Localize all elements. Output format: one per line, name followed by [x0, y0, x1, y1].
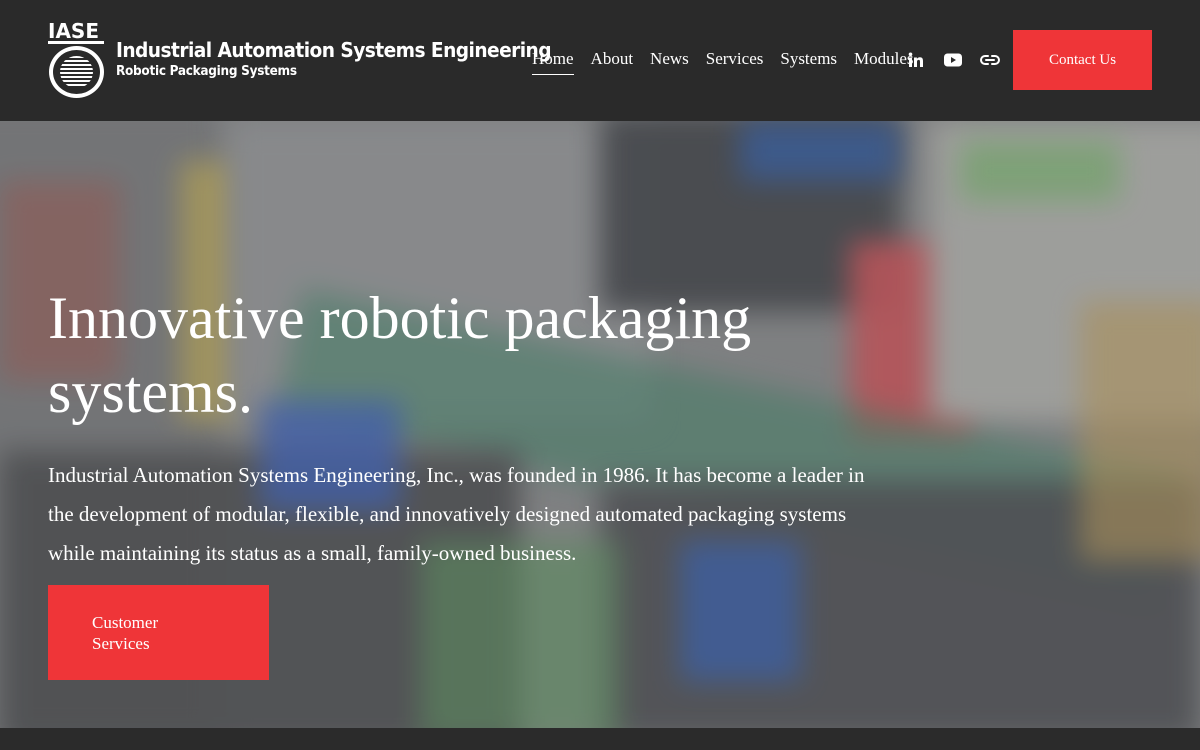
site-logo[interactable]: IASE Industrial Automation Systems Engin…	[48, 20, 552, 100]
logo-circle-icon	[49, 46, 104, 98]
nav-systems[interactable]: Systems	[780, 48, 837, 75]
site-header: IASE Industrial Automation Systems Engin…	[0, 0, 1200, 121]
social-links	[906, 48, 1000, 72]
logo-subtitle: Robotic Packaging Systems	[116, 64, 297, 79]
nav-modules[interactable]: Modules	[854, 48, 914, 75]
hero-title: Innovative robotic packaging systems.	[48, 285, 752, 425]
hero-description: Industrial Automation Systems Engineerin…	[48, 463, 865, 565]
youtube-icon[interactable]	[943, 50, 963, 70]
page-bottom-band	[0, 728, 1200, 750]
nav-news[interactable]: News	[650, 48, 689, 75]
customer-services-button[interactable]: Customer Services	[48, 585, 269, 680]
logo-title: Industrial Automation Systems Engineerin…	[116, 38, 552, 62]
nav-home[interactable]: Home	[532, 48, 574, 75]
contact-us-button[interactable]: Contact Us	[1013, 30, 1152, 90]
link-icon[interactable]	[980, 50, 1000, 70]
logo-mark: IASE	[48, 20, 106, 100]
linkedin-icon[interactable]	[906, 50, 926, 70]
logo-abbr: IASE	[48, 20, 106, 44]
main-nav: Home About News Services Systems Modules	[532, 48, 914, 75]
nav-about[interactable]: About	[591, 48, 634, 75]
customer-services-label: Customer Services	[92, 612, 159, 653]
hero-section: Innovative robotic packaging systems. In…	[0, 121, 1200, 728]
nav-services[interactable]: Services	[706, 48, 764, 75]
